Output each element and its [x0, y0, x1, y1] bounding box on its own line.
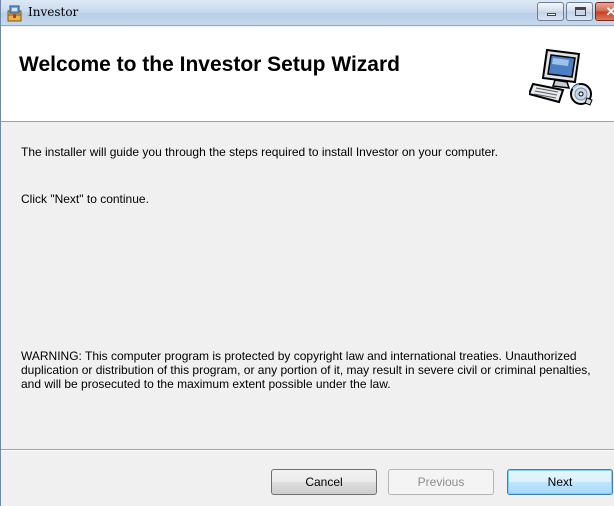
intro-text: The installer will guide you through the…: [21, 145, 498, 159]
next-button[interactable]: Next: [507, 469, 613, 495]
cancel-button[interactable]: Cancel: [271, 469, 377, 495]
setup-wizard-window: Investor ✕ Welcome to the Investor Setup…: [0, 0, 614, 506]
wizard-content: The installer will guide you through the…: [1, 123, 614, 445]
previous-button[interactable]: Previous: [388, 469, 494, 495]
caption-buttons: ✕: [537, 2, 614, 22]
copyright-warning-text: WARNING: This computer program is protec…: [21, 349, 591, 391]
title-bar[interactable]: Investor ✕: [1, 0, 614, 26]
close-icon: ✕: [605, 4, 614, 19]
installer-package-icon: [6, 4, 24, 22]
maximize-icon: [575, 7, 586, 16]
maximize-button[interactable]: [566, 2, 593, 21]
minimize-button[interactable]: [537, 2, 564, 21]
minimize-icon: [547, 13, 556, 16]
computer-setup-icon: [527, 44, 593, 108]
instruction-text: Click "Next" to continue.: [21, 192, 149, 206]
window-title: Investor: [28, 5, 79, 19]
wizard-banner: Welcome to the Investor Setup Wizard: [1, 27, 614, 122]
page-title: Welcome to the Investor Setup Wizard: [19, 53, 400, 76]
footer-divider: [1, 449, 614, 451]
close-button[interactable]: ✕: [595, 2, 614, 21]
